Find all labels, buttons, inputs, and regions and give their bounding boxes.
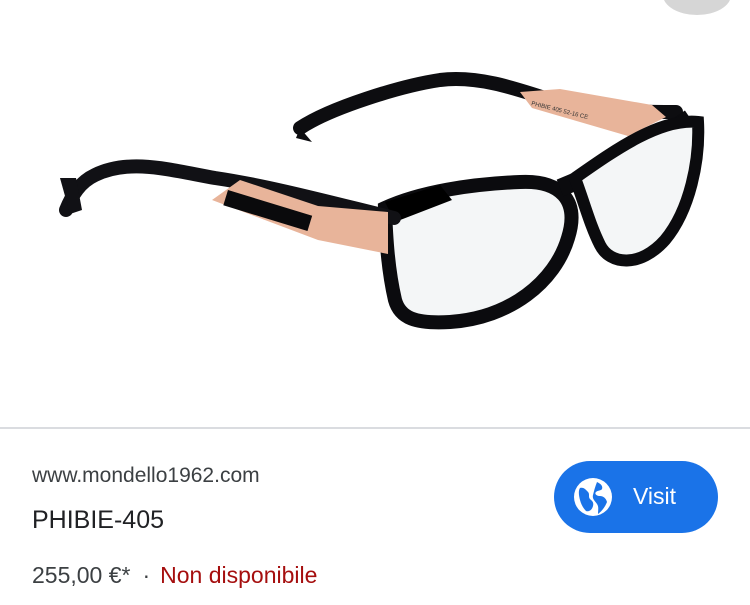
availability-status: Non disponibile (160, 562, 318, 588)
price-row: 255,00 €* · Non disponibile (32, 562, 317, 589)
source-url[interactable]: www.mondello1962.com (32, 464, 260, 488)
globe-icon (574, 478, 612, 516)
price: 255,00 €* (32, 562, 131, 588)
product-title[interactable]: PHIBIE-405 (32, 506, 164, 535)
product-image[interactable]: PHIBIE 405 52-16 CE (0, 0, 750, 427)
visit-label: Visit (633, 483, 677, 509)
visit-button[interactable]: Visit (554, 461, 718, 533)
result-info-panel: www.mondello1962.com PHIBIE-405 255,00 €… (0, 429, 750, 605)
separator: · (142, 562, 151, 588)
eyeglasses-image: PHIBIE 405 52-16 CE (59, 72, 705, 330)
